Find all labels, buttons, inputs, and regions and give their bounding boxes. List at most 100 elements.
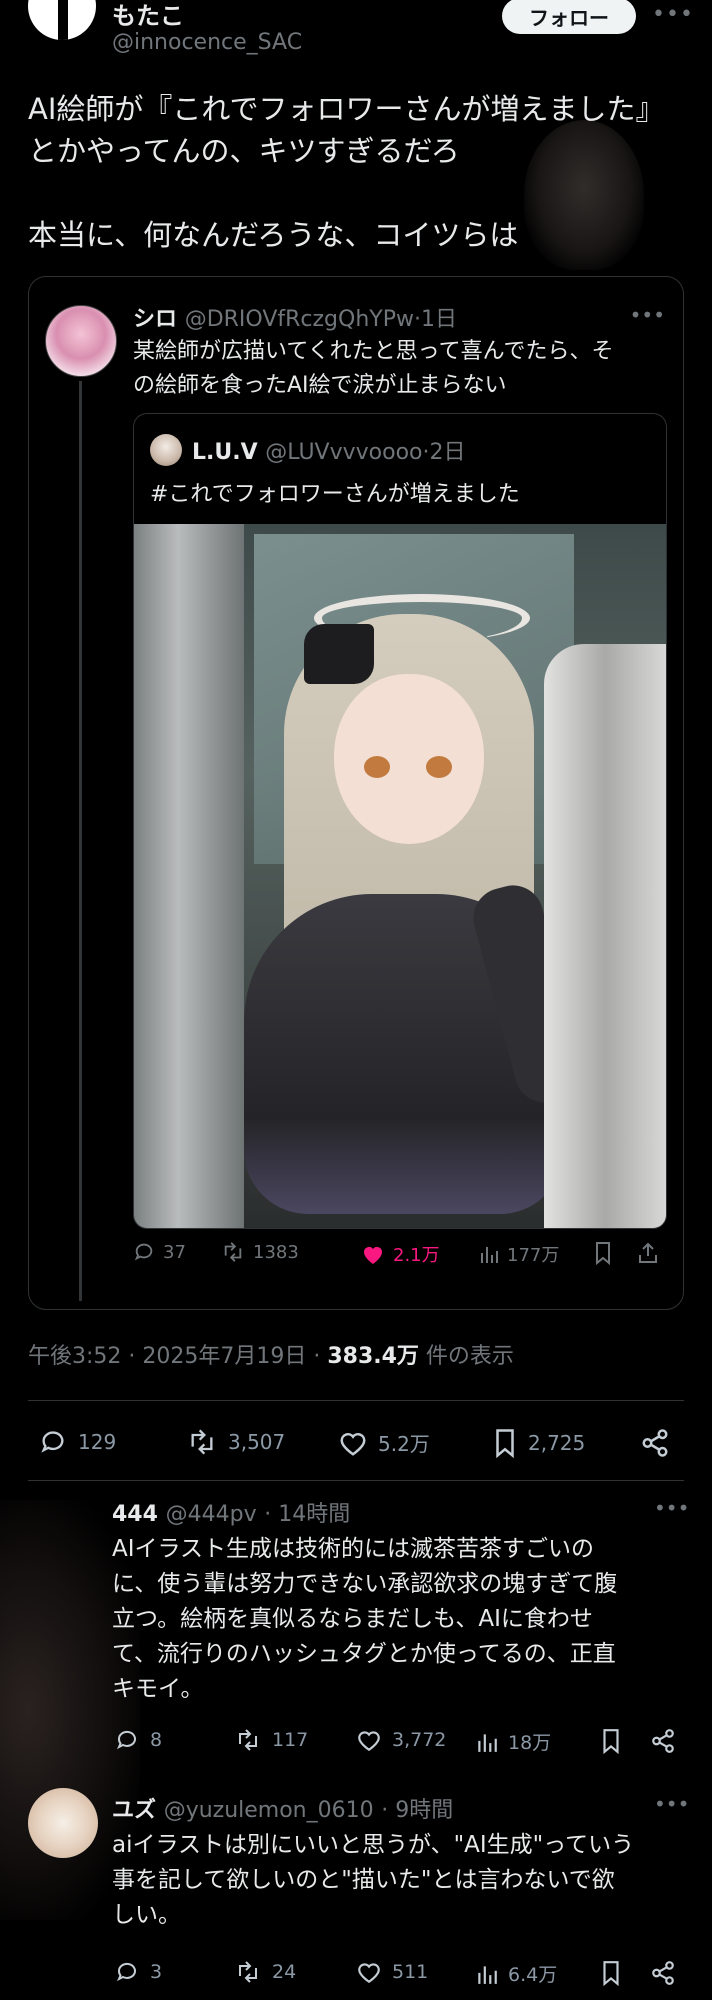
reply-text: aiイラストは別にいいと思うが、"AI生成"っていう 事を記して欲しいのと"描い… xyxy=(112,1828,678,1933)
reply-like-button[interactable]: 3,772 xyxy=(356,1728,446,1752)
repost-count: 3,507 xyxy=(228,1430,286,1454)
reply-author[interactable]: ユズ @yuzulemon_0610 · 9時間 xyxy=(112,1792,453,1824)
bookmark-icon xyxy=(593,1241,613,1265)
reply-reply-count: 8 xyxy=(150,1729,163,1751)
reply-repost-button[interactable]: 117 xyxy=(234,1728,308,1752)
reply-like-count: 3,772 xyxy=(392,1729,447,1751)
inner-quoted-post[interactable]: L.U.V @LUVvvvoooo·2日 #これでフォロワーさんが増えました xyxy=(133,413,667,1229)
reply-repost-count: 24 xyxy=(272,1961,297,1983)
reply-icon xyxy=(133,1241,155,1263)
post-text-line: とかやってんの、キツすぎるだろ xyxy=(28,134,460,168)
quoted-bookmark-button[interactable] xyxy=(593,1241,613,1265)
bookmark-count: 2,725 xyxy=(528,1431,586,1455)
reply-like-button[interactable]: 511 xyxy=(356,1960,428,1984)
post-text-line: AI絵師が『これでフォロワーさんが増えました』 xyxy=(28,92,665,126)
quoted-post-card[interactable]: シロ @DRIOVfRczgQhYPw·1日 ••• 某絵師が広描いてくれたと思… xyxy=(28,276,684,1310)
reply-time: · 14時間 xyxy=(264,1502,351,1527)
reply-text-line: に、使う輩は努力できない承認欲求の塊すぎて腹 xyxy=(112,1571,618,1597)
reply-repost-button[interactable]: 24 xyxy=(234,1960,296,1984)
reply-icon xyxy=(38,1428,68,1456)
quoted-text-line: の絵師を食ったAI絵で涙が止まらない xyxy=(133,373,507,398)
quoted-share-button[interactable] xyxy=(637,1241,659,1265)
reply-text-line: 事を記して欲しいのと"描いた"とは言わないで欲 xyxy=(112,1867,615,1893)
reply-icon xyxy=(114,1728,140,1752)
reply-bookmark-button[interactable] xyxy=(600,1960,622,1986)
reply-author-name: ユズ xyxy=(112,1798,157,1823)
author-name[interactable]: もたこ xyxy=(112,0,184,31)
repost-button[interactable]: 3,507 xyxy=(186,1428,285,1456)
reply-author-name: 444 xyxy=(112,1502,158,1527)
art-eye xyxy=(364,756,390,778)
author-avatar[interactable] xyxy=(28,0,96,40)
share-button[interactable] xyxy=(640,1428,670,1458)
reply-more-icon[interactable]: ••• xyxy=(654,1496,689,1520)
quoted-repost-count: 1383 xyxy=(253,1241,299,1263)
reply-count: 129 xyxy=(78,1430,117,1454)
quoted-reply-stat[interactable]: 37 xyxy=(133,1241,186,1263)
quoted-author-name[interactable]: シロ @DRIOVfRczgQhYPw·1日 xyxy=(133,301,457,333)
quoted-author-avatar[interactable] xyxy=(45,305,117,377)
like-count: 5.2万 xyxy=(378,1432,430,1456)
divider xyxy=(28,1480,684,1481)
views-icon xyxy=(476,1962,498,1986)
divider xyxy=(28,1400,684,1401)
bookmark-icon xyxy=(492,1428,518,1458)
inner-author-name[interactable]: L.U.V @LUVvvvoooo·2日 xyxy=(192,434,466,466)
heart-icon xyxy=(356,1960,382,1984)
quoted-repost-stat[interactable]: 1383 xyxy=(221,1241,299,1263)
post-meta: 午後3:52 · 2025年7月19日 · 383.4万 件の表示 xyxy=(28,1338,514,1370)
bookmark-icon xyxy=(600,1960,622,1986)
heart-icon xyxy=(356,1728,382,1752)
quoted-text-line: 某絵師が広描いてくれたと思って喜んでたら、そ xyxy=(133,339,614,364)
reply-share-button[interactable] xyxy=(650,1728,676,1754)
quoted-author-handle: @DRIOVfRczgQhYPw xyxy=(184,307,414,332)
like-button[interactable]: 5.2万 xyxy=(338,1428,430,1457)
quoted-views-stat[interactable]: 177万 xyxy=(479,1241,559,1267)
reply-text-line: 立つ。絵柄を真似るならまだしも、AIに食わせ xyxy=(112,1606,593,1632)
reply-author-avatar[interactable] xyxy=(28,1788,98,1858)
more-options-icon[interactable]: ••• xyxy=(652,2,694,27)
reply-like-count: 511 xyxy=(392,1961,429,1983)
repost-icon xyxy=(234,1728,262,1752)
bookmark-button[interactable]: 2,725 xyxy=(492,1428,585,1458)
quoted-like-count: 2.1万 xyxy=(393,1245,440,1266)
reply-button[interactable]: 129 xyxy=(38,1428,116,1456)
quoted-views-count: 177万 xyxy=(507,1245,560,1266)
post-timestamp: 午後3:52 · 2025年7月19日 · xyxy=(28,1344,328,1369)
reply-bookmark-button[interactable] xyxy=(600,1728,622,1754)
follow-button[interactable]: フォロー xyxy=(502,0,636,34)
reply-reply-button[interactable]: 3 xyxy=(114,1960,162,1984)
reply-author-handle: @yuzulemon_0610 xyxy=(163,1798,374,1823)
reply-author-handle: @444pv xyxy=(165,1502,257,1527)
quoted-more-icon[interactable]: ••• xyxy=(630,303,665,327)
inner-time: ·2日 xyxy=(422,440,466,465)
reply-author[interactable]: 444 @444pv · 14時間 xyxy=(112,1496,350,1528)
author-handle[interactable]: @innocence_SAC xyxy=(112,30,302,55)
reply-text-line: て、流行りのハッシュタグとか使ってるの、正直 xyxy=(112,1641,616,1667)
share-nodes-icon xyxy=(650,1960,676,1986)
reply-repost-count: 117 xyxy=(272,1729,309,1751)
reply-text-line: AIイラスト生成は技術的には滅茶苦茶すごいの xyxy=(112,1536,595,1562)
quoted-author-display-name: シロ xyxy=(133,307,178,332)
repost-icon xyxy=(221,1241,245,1263)
reply-share-button[interactable] xyxy=(650,1960,676,1986)
quoted-like-stat[interactable]: 2.1万 xyxy=(361,1241,440,1267)
views-icon xyxy=(476,1730,498,1754)
inner-author-avatar[interactable] xyxy=(150,434,182,466)
art-bow xyxy=(304,624,374,684)
reply-views[interactable]: 18万 xyxy=(476,1728,551,1755)
views-icon xyxy=(479,1243,499,1265)
share-nodes-icon xyxy=(640,1428,670,1458)
inner-post-text: #これでフォロワーさんが増えました xyxy=(150,482,520,507)
post-view-suffix: 件の表示 xyxy=(418,1344,514,1369)
post-view-count: 383.4万 xyxy=(327,1344,419,1369)
reply-more-icon[interactable]: ••• xyxy=(654,1792,689,1816)
reply-views-count: 6.4万 xyxy=(508,1964,558,1986)
reply-views[interactable]: 6.4万 xyxy=(476,1960,557,1987)
reply-reply-button[interactable]: 8 xyxy=(114,1728,162,1752)
post-text: AI絵師が『これでフォロワーさんが増えました』 とかやってんの、キツすぎるだろ 本当… xyxy=(28,88,678,256)
quoted-reply-count: 37 xyxy=(163,1241,186,1263)
repost-icon xyxy=(234,1960,262,1984)
illustration-image[interactable] xyxy=(134,524,666,1228)
art-curtain-left xyxy=(134,524,244,1228)
